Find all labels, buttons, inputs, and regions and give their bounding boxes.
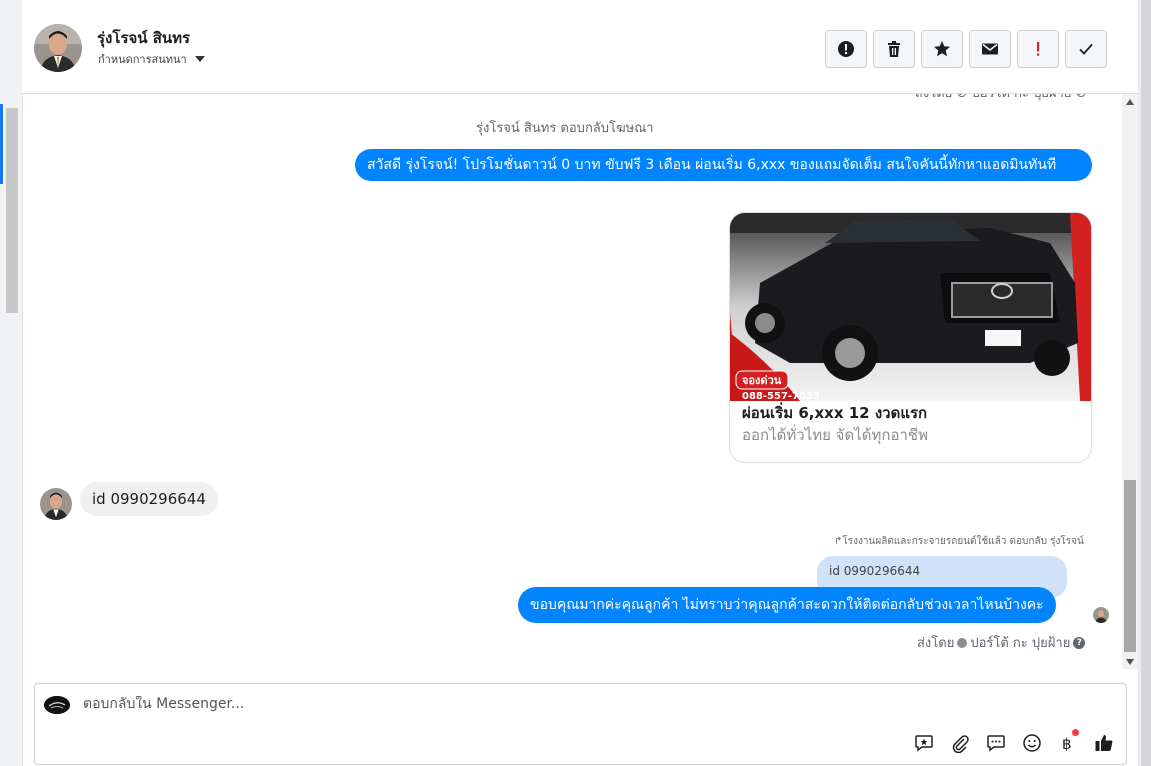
composer-tools: ฿ xyxy=(912,729,1116,755)
sent-by-name: ปอร์โต้ กะ ปุยฝ้าย xyxy=(970,636,1071,651)
reply-context-label: ↱โรงงานผลิตและกระจายรถยนต์ใช้แล้ว ตอบกลั… xyxy=(834,536,1084,547)
contact-name: รุ่งโรจน์ สินทร xyxy=(97,29,191,47)
outgoing-message[interactable]: สวัสดี รุ่งโรจน์! โปรโมชั่นดาวน์ 0 บาท ข… xyxy=(355,149,1092,181)
star-icon xyxy=(934,41,950,57)
scroll-down-arrow-icon[interactable] xyxy=(1126,659,1134,665)
assign-conversation-dropdown[interactable]: กำหนดการสนทนา xyxy=(98,50,205,68)
exclamation-icon xyxy=(1037,42,1040,56)
seen-avatar xyxy=(1093,607,1109,623)
card-badge: จองด่วน xyxy=(742,374,782,387)
done-button[interactable] xyxy=(1065,30,1107,68)
help-icon[interactable]: ? xyxy=(1073,636,1086,649)
chat-icon[interactable] xyxy=(984,731,1008,755)
car-image: จองด่วน 088-557-7033 xyxy=(730,213,1091,401)
sent-by-prefix: ส่งโดย xyxy=(917,636,955,651)
mark-unread-button[interactable] xyxy=(969,30,1011,68)
contact-avatar[interactable] xyxy=(34,24,82,72)
left-scrollbar[interactable] xyxy=(6,108,18,313)
message-thread: ส่งโดย ⊘ ปอร์โต้ กะ ปุยฝ้าย ⊘ รุ่งโรจน์ … xyxy=(22,94,1122,669)
ad-reply-note: รุ่งโรจน์ สินทร ตอบกลับโฆษณา xyxy=(476,121,654,136)
sent-by-line: ส่งโดย ปอร์โต้ กะ ปุยฝ้าย ? xyxy=(917,632,1086,653)
ad-card[interactable]: จองด่วน 088-557-7033 ผ่อนเริ่ม 6,xxx 12 … xyxy=(729,212,1092,463)
message-composer: ฿ xyxy=(34,683,1127,765)
card-title: ผ่อนเริ่ม 6,xxx 12 งวดแรก xyxy=(742,404,928,422)
scroll-up-arrow-icon[interactable] xyxy=(1126,99,1134,105)
page-logo xyxy=(44,696,70,714)
svg-text:฿: ฿ xyxy=(1062,735,1072,753)
profile-dot-icon xyxy=(957,637,968,648)
left-panel-accent xyxy=(0,104,3,184)
baht-icon[interactable]: ฿ xyxy=(1056,729,1080,755)
important-button[interactable] xyxy=(1017,30,1059,68)
incoming-message[interactable]: id 0990296644 xyxy=(80,482,218,516)
emoji-icon[interactable] xyxy=(1020,731,1044,755)
outgoing-message-reply[interactable]: ขอบคุณมากค่ะคุณลูกค้า ไม่ทราบว่าคุณลูกค้… xyxy=(518,587,1056,623)
card-subtitle: ออกได้ทั่วไทย จัดได้ทุกอาชีพ xyxy=(742,426,928,444)
right-panel-edge-inner xyxy=(1141,0,1151,766)
like-icon[interactable] xyxy=(1092,731,1116,755)
saved-reply-icon[interactable] xyxy=(912,731,936,755)
quoted-text: id 0990296644 xyxy=(829,564,921,578)
reply-input[interactable] xyxy=(83,696,883,712)
card-phone: 088-557-7033 xyxy=(742,391,820,401)
attach-icon[interactable] xyxy=(948,731,972,755)
checkmark-icon xyxy=(1079,43,1093,55)
spam-report-button[interactable] xyxy=(825,30,867,68)
conversation-header: รุ่งโรจน์ สินทร กำหนดการสนทนา xyxy=(22,0,1138,94)
scrollbar-thumb[interactable] xyxy=(1124,480,1136,652)
envelope-icon xyxy=(982,43,998,55)
star-button[interactable] xyxy=(921,30,963,68)
previous-sent-by: ส่งโดย ⊘ ปอร์โต้ กะ ปุยฝ้าย ⊘ xyxy=(915,94,1087,103)
alert-circle-icon xyxy=(838,41,854,57)
caret-down-icon xyxy=(194,56,205,62)
contact-avatar-small[interactable] xyxy=(40,488,72,520)
notification-dot xyxy=(1072,729,1079,736)
header-actions xyxy=(825,30,1107,68)
trash-icon xyxy=(888,41,900,57)
delete-button[interactable] xyxy=(873,30,915,68)
thread-scrollbar[interactable] xyxy=(1122,94,1138,669)
assign-label: กำหนดการสนทนา xyxy=(98,53,187,66)
